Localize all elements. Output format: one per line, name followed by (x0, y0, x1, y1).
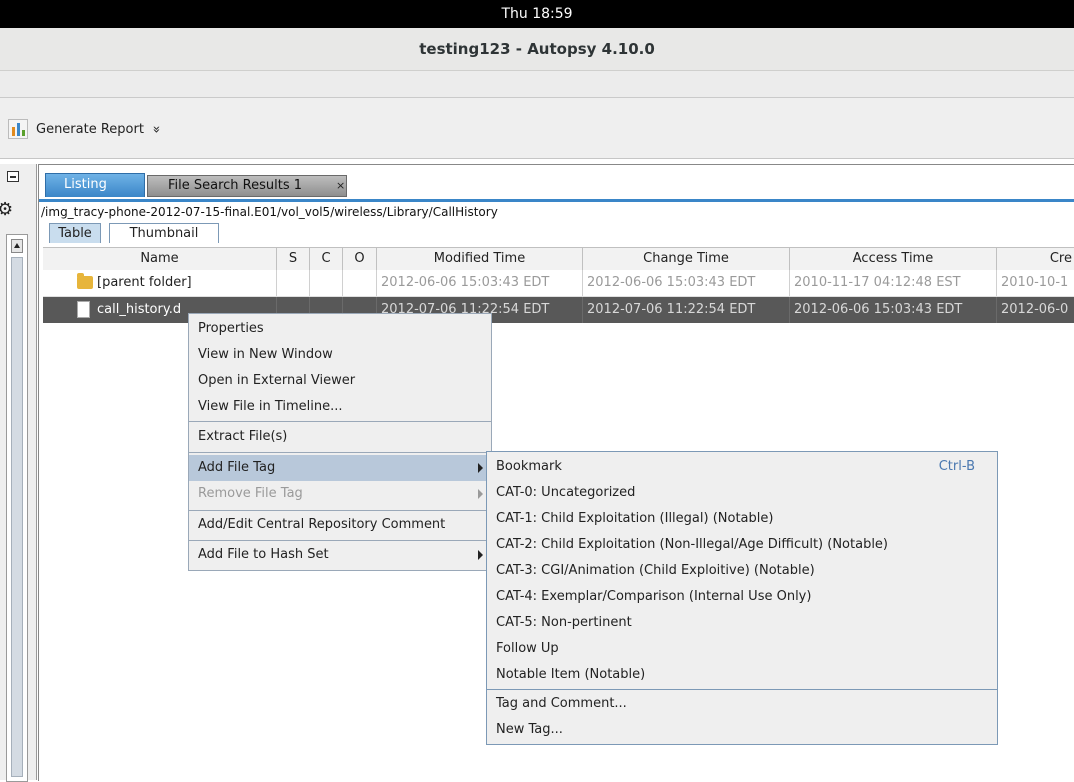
row-modified-time: 2012-06-06 15:03:43 EDT (377, 270, 583, 296)
menu-item-cat-3[interactable]: CAT-3: CGI/Animation (Child Exploitive) … (487, 558, 997, 584)
row-access-time: 2010-11-17 04:12:48 EST (790, 270, 997, 296)
menu-separator (189, 510, 491, 511)
report-chart-icon (8, 119, 28, 139)
row-change-time: 2012-07-06 11:22:54 EDT (583, 297, 790, 323)
column-header-o[interactable]: O (343, 248, 377, 270)
system-top-bar: Thu 18:59 (0, 0, 1074, 28)
system-clock[interactable]: Thu 18:59 (501, 6, 572, 22)
menu-item-follow-up[interactable]: Follow Up (487, 636, 997, 662)
file-icon (77, 301, 90, 318)
column-header-change-time[interactable]: Change Time (583, 248, 790, 270)
row-created-time: 2012-06-0 (997, 297, 1074, 323)
menu-item-cat-4[interactable]: CAT-4: Exemplar/Comparison (Internal Use… (487, 584, 997, 610)
menu-item-notable-item[interactable]: Notable Item (Notable) (487, 662, 997, 688)
row-name-cell: [parent folder] (43, 270, 277, 296)
window-title-bar: testing123 - Autopsy 4.10.0 (0, 28, 1074, 71)
menu-item-open-in-external-viewer[interactable]: Open in External Viewer (189, 368, 491, 394)
left-tree-panel: ⚙ (0, 164, 37, 782)
submenu-arrow-icon (478, 489, 483, 499)
menu-separator (189, 452, 491, 453)
folder-icon (77, 273, 93, 289)
submenu-arrow-icon (478, 463, 483, 473)
shortcut-label: Ctrl-B (938, 459, 975, 474)
menu-item-view-file-in-timeline[interactable]: View File in Timeline... (189, 394, 491, 420)
menu-item-label: Add File to Hash Set (198, 547, 329, 562)
row-access-time: 2012-06-06 15:03:43 EDT (790, 297, 997, 323)
generate-report-label: Generate Report (36, 121, 144, 137)
tab-file-search-results[interactable]: File Search Results 1 × (147, 175, 347, 197)
menu-separator (487, 689, 997, 690)
context-menu: Properties View in New Window Open in Ex… (188, 313, 492, 571)
row-c-cell (310, 270, 343, 296)
toolbar: Generate Report » (0, 98, 1074, 159)
window-title: testing123 - Autopsy 4.10.0 (419, 40, 655, 58)
menu-item-label: Add File Tag (198, 460, 276, 475)
menu-bar (0, 71, 1074, 98)
menu-item-extract-files[interactable]: Extract File(s) (189, 424, 491, 450)
menu-item-add-file-tag[interactable]: Add File Tag (189, 455, 491, 481)
menu-item-new-tag[interactable]: New Tag... (487, 717, 997, 743)
add-file-tag-submenu: Bookmark Ctrl-B CAT-0: Uncategorized CAT… (486, 451, 998, 745)
table-header: Name S C O Modified Time Change Time Acc… (43, 247, 1074, 271)
column-header-s[interactable]: S (277, 248, 310, 270)
menu-item-cat-0[interactable]: CAT-0: Uncategorized (487, 480, 997, 506)
row-name: call_history.d (97, 302, 182, 317)
menu-item-tag-and-comment[interactable]: Tag and Comment... (487, 691, 997, 717)
tab-listing[interactable]: Listing (45, 173, 145, 197)
menu-item-central-repository-comment[interactable]: Add/Edit Central Repository Comment (189, 512, 491, 538)
submenu-arrow-icon (478, 550, 483, 560)
column-header-name[interactable]: Name (43, 248, 277, 270)
menu-separator (189, 421, 491, 422)
toolbar-overflow-icon[interactable]: » (148, 125, 163, 133)
result-tabs: Listing File Search Results 1 × (39, 173, 1074, 199)
menu-item-label: Remove File Tag (198, 486, 303, 501)
generate-report-button[interactable]: Generate Report » (8, 116, 163, 142)
menu-item-label: Bookmark (496, 459, 562, 474)
menu-item-properties[interactable]: Properties (189, 316, 491, 342)
tab-label: Listing (64, 177, 107, 192)
row-s-cell (277, 270, 310, 296)
menu-item-cat-1[interactable]: CAT-1: Child Exploitation (Illegal) (Not… (487, 506, 997, 532)
close-icon[interactable]: × (336, 176, 345, 196)
table-row[interactable]: [parent folder] 2012-06-06 15:03:43 EDT … (43, 270, 1074, 297)
menu-item-remove-file-tag: Remove File Tag (189, 481, 491, 507)
tab-table-view[interactable]: Table (49, 223, 101, 243)
breadcrumb: /img_tracy-phone-2012-07-15-final.E01/vo… (41, 205, 498, 219)
row-change-time: 2012-06-06 15:03:43 EDT (583, 270, 790, 296)
gear-icon[interactable]: ⚙ (0, 200, 13, 220)
tab-underline (39, 199, 1074, 202)
scrollbar-thumb[interactable] (11, 257, 23, 777)
menu-item-cat-2[interactable]: CAT-2: Child Exploitation (Non-Illegal/A… (487, 532, 997, 558)
column-header-created-time[interactable]: Cre (997, 248, 1074, 270)
tab-label: File Search Results 1 (168, 178, 303, 193)
menu-item-add-file-to-hash-set[interactable]: Add File to Hash Set (189, 542, 491, 568)
tab-thumbnail-view[interactable]: Thumbnail (109, 223, 219, 243)
row-created-time: 2010-10-1 (997, 270, 1074, 296)
row-name: [parent folder] (97, 275, 192, 290)
column-header-c[interactable]: C (310, 248, 343, 270)
row-o-cell (343, 270, 377, 296)
menu-item-view-in-new-window[interactable]: View in New Window (189, 342, 491, 368)
menu-item-bookmark[interactable]: Bookmark Ctrl-B (487, 454, 997, 480)
column-header-access-time[interactable]: Access Time (790, 248, 997, 270)
column-header-modified-time[interactable]: Modified Time (377, 248, 583, 270)
left-panel-scrollbar[interactable] (6, 234, 28, 782)
scroll-up-arrow-icon[interactable] (11, 239, 23, 253)
minimize-icon[interactable] (7, 171, 19, 182)
menu-separator (189, 540, 491, 541)
menu-item-cat-5[interactable]: CAT-5: Non-pertinent (487, 610, 997, 636)
